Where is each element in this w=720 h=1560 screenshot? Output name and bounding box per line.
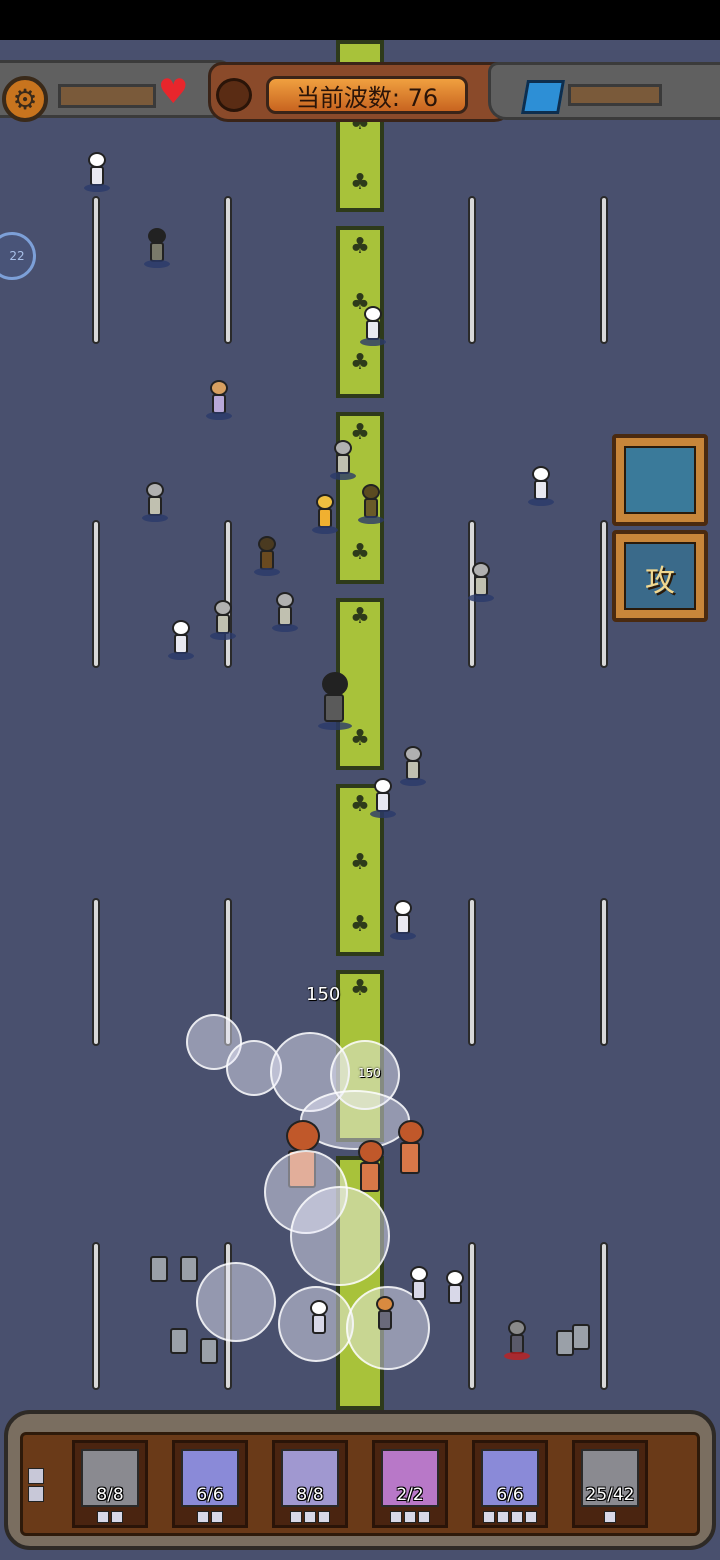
blue-gem-icon [521, 80, 565, 114]
unit-tags [483, 1511, 537, 1523]
lane-marker [468, 1242, 476, 1390]
damage-number: 150 [306, 984, 341, 1005]
unit-count: 25/42 [585, 1485, 635, 1505]
unit-tags [83, 1511, 137, 1523]
hero-soldier [440, 1270, 470, 1310]
tree-icon: ♣ [350, 540, 370, 565]
enemy-swordsman [398, 746, 428, 786]
tombstone [570, 1320, 594, 1354]
enemy-soldier [526, 466, 556, 506]
unit-slot[interactable]: 6/6 [172, 1440, 248, 1528]
unit-count: 8/8 [96, 1485, 124, 1505]
unit-tags [183, 1511, 237, 1523]
enemy-flag-bearer [142, 228, 172, 268]
tombstone [168, 1324, 192, 1358]
tree-icon: ♣ [350, 350, 370, 375]
enemy-soldier [358, 306, 388, 346]
enemy-swordsman [270, 592, 300, 632]
troop-card[interactable] [612, 434, 708, 526]
enemy-spartan [204, 380, 234, 420]
tombstone [178, 1252, 202, 1286]
enemy-swordsman [328, 440, 358, 480]
lane-marker [92, 1242, 100, 1390]
tree-icon: ♣ [350, 976, 370, 1001]
health-bar [58, 84, 156, 108]
enemy-monk [252, 536, 282, 576]
troop-card-art [624, 446, 696, 514]
lane-marker [600, 1242, 608, 1390]
resource-bar [568, 84, 662, 106]
tree-icon: ♣ [350, 234, 370, 259]
unit-tags [583, 1511, 637, 1523]
enemy-soldier [166, 620, 196, 660]
lane-marker [468, 898, 476, 1046]
tree-icon: ♣ [350, 604, 370, 629]
shield-bubble [196, 1262, 276, 1342]
lane-marker [92, 196, 100, 344]
unit-toggle-icon[interactable] [28, 1468, 44, 1484]
unit-count: 2/2 [396, 1485, 424, 1505]
enemy-soldier [368, 778, 398, 818]
unit-slot[interactable]: 25/42 [572, 1440, 648, 1528]
hero-soldier [304, 1300, 334, 1340]
unit-slot[interactable]: 2/2 [372, 1440, 448, 1528]
tree-icon: ♣ [350, 170, 370, 195]
lane-marker [92, 520, 100, 668]
enemy-swordsman [140, 482, 170, 522]
tombstone [198, 1334, 222, 1368]
lane-marker [468, 196, 476, 344]
lane-marker [600, 898, 608, 1046]
lane-marker [600, 196, 608, 344]
enemy-dark-knight [502, 1320, 532, 1360]
wave-counter: 当前波数: 76 [266, 76, 468, 114]
damage-number: 150 [358, 1066, 381, 1080]
unit-slot[interactable]: 6/6 [472, 1440, 548, 1528]
unit-slot[interactable]: 8/8 [272, 1440, 348, 1528]
heart-icon: ♥ [158, 72, 189, 112]
unit-count: 8/8 [296, 1485, 324, 1505]
enemy-soldier [82, 152, 112, 192]
attack-label: 攻 [645, 564, 675, 599]
gear-icon[interactable]: ⚙ [2, 76, 48, 122]
hero-knight [370, 1296, 400, 1336]
hero-soldier [404, 1266, 434, 1306]
tombstone [148, 1252, 172, 1286]
enemy-swordsman [466, 562, 496, 602]
lane-marker [600, 520, 608, 668]
unit-toggle-icon[interactable] [28, 1486, 44, 1502]
unit-tags [383, 1511, 437, 1523]
status-bar [0, 0, 720, 40]
unit-count: 6/6 [196, 1485, 224, 1505]
shield-bubble [290, 1186, 390, 1286]
enemy-swordsman [208, 600, 238, 640]
unit-count: 6/6 [496, 1485, 524, 1505]
tree-icon: ♣ [350, 912, 370, 937]
enemy-monk [356, 484, 386, 524]
unit-tags [283, 1511, 337, 1523]
tree-icon: ♣ [350, 850, 370, 875]
lane-marker [224, 196, 232, 344]
enemy-flag-bearer [316, 672, 356, 732]
enemy-soldier [388, 900, 418, 940]
unit-slot[interactable]: 8/8 [72, 1440, 148, 1528]
hero-archer [392, 1120, 432, 1184]
lane-marker [92, 898, 100, 1046]
wave-icon [216, 78, 252, 112]
side-menu-button[interactable]: 22 [0, 232, 36, 280]
enemy-priestess [310, 494, 340, 534]
lane-marker [224, 520, 232, 668]
